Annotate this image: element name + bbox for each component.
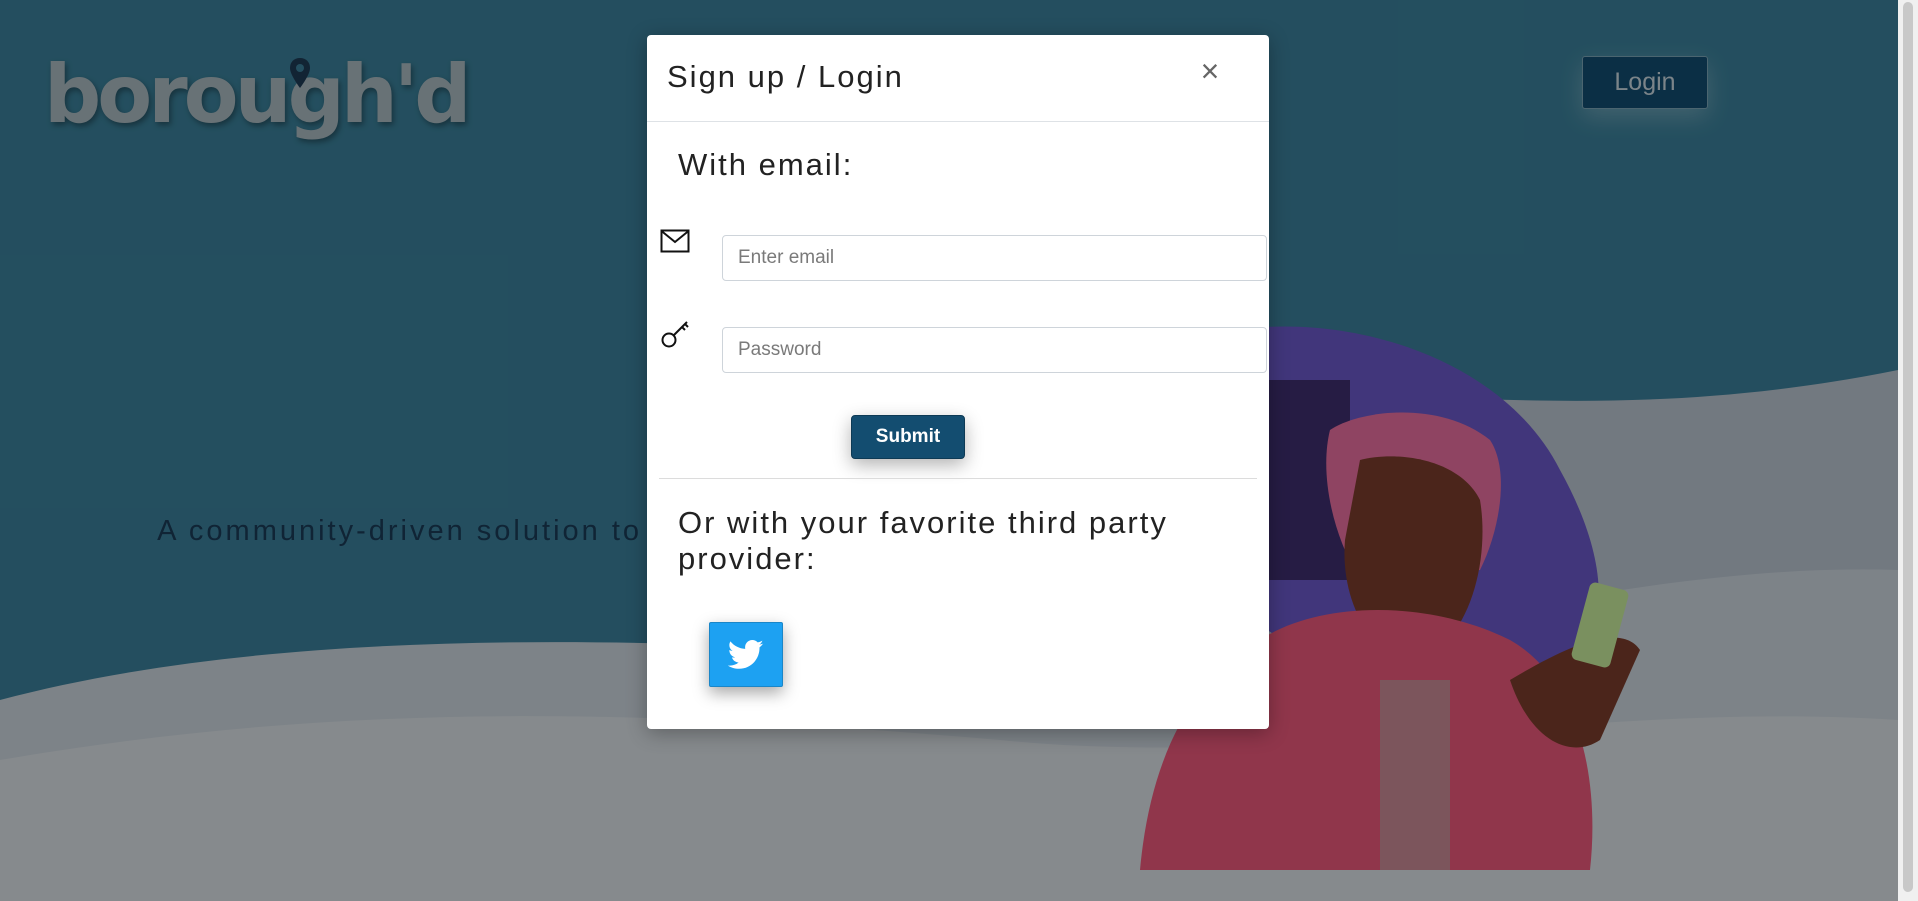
scrollbar-thumb[interactable] [1903, 2, 1913, 892]
key-icon [661, 321, 689, 348]
envelope-icon [660, 229, 690, 253]
email-section-heading: With email: [678, 147, 854, 182]
page-scrollbar[interactable] [1898, 0, 1918, 901]
twitter-login-button[interactable] [709, 622, 783, 687]
password-input[interactable] [722, 327, 1267, 373]
modal-title: Sign up / Login [667, 59, 904, 94]
email-input[interactable] [722, 235, 1267, 281]
landing-page: borough'd Login A community-driven solut… [0, 0, 1898, 901]
modal-header: Sign up / Login × [647, 35, 1269, 122]
third-party-heading: Or with your favorite third party provid… [678, 505, 1168, 576]
section-divider [659, 478, 1257, 479]
close-button[interactable]: × [1195, 55, 1225, 87]
login-modal: Sign up / Login × With email: Submit Or … [647, 35, 1269, 729]
twitter-icon [728, 639, 764, 669]
submit-button[interactable]: Submit [851, 415, 965, 459]
